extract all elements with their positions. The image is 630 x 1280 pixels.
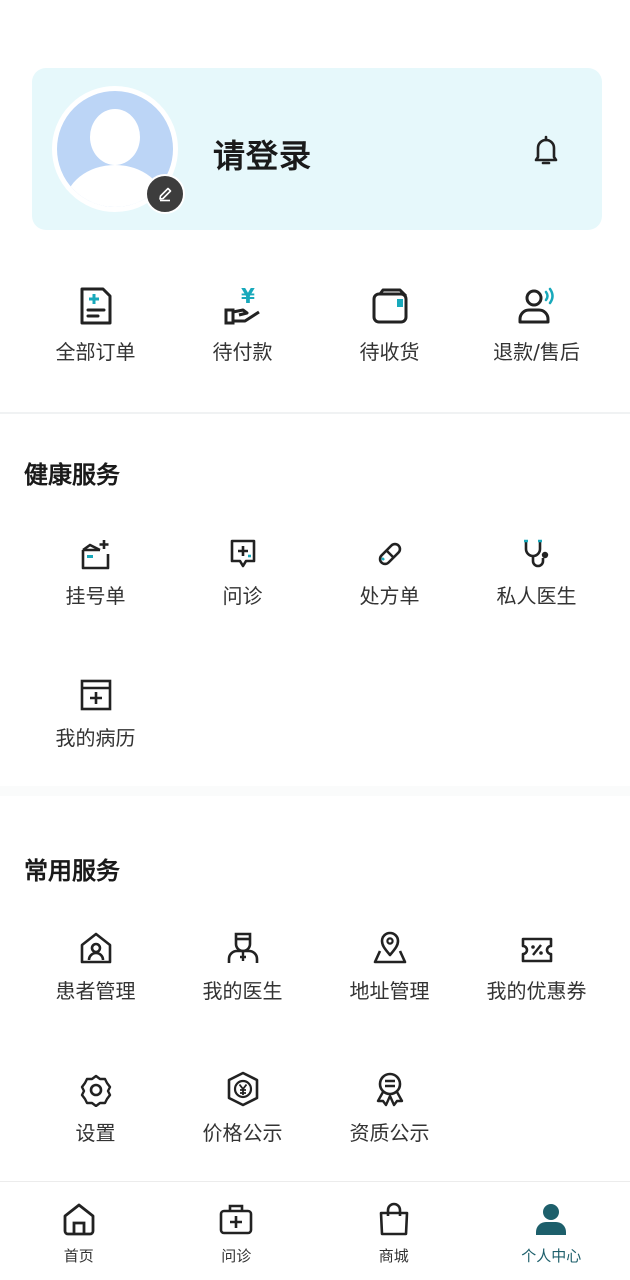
bottom-tab-bar: 首页 问诊 商城 个人中心: [0, 1181, 630, 1280]
login-prompt[interactable]: 请登录: [213, 131, 312, 177]
order-all[interactable]: 全部订单: [22, 286, 169, 376]
gear-icon: [79, 1071, 113, 1107]
tab-consultation-label: 问诊: [221, 1247, 252, 1265]
order-pending-payment-label: 待付款: [212, 340, 273, 364]
tab-mall-label: 商城: [378, 1247, 409, 1265]
common-my-doctor-label: 我的医生: [202, 979, 283, 1003]
tab-profile-label: 个人中心: [521, 1247, 582, 1265]
common-patient-management[interactable]: 患者管理: [22, 929, 169, 1071]
common-address-management-label: 地址管理: [349, 979, 430, 1003]
consultation-icon: [227, 534, 259, 570]
home-icon: [61, 1201, 97, 1237]
document-icon: [79, 286, 113, 326]
order-refund-label: 退款/售后: [493, 340, 580, 364]
common-patient-management-label: 患者管理: [55, 979, 136, 1003]
stethoscope-icon: [521, 534, 553, 570]
health-services-grid: 挂号单 问诊 处方单 私人医生 我的病历: [22, 534, 612, 818]
health-services-title: 健康服务: [24, 461, 120, 489]
medical-kit-icon: [218, 1201, 254, 1237]
svg-text:¥: ¥: [241, 286, 255, 308]
order-pending-payment[interactable]: ¥ 待付款: [169, 286, 316, 376]
avatar-head-shape: [90, 109, 140, 165]
common-my-coupons[interactable]: 我的优惠券: [463, 929, 610, 1071]
health-registration-label: 挂号单: [65, 584, 126, 608]
health-private-doctor[interactable]: 私人医生: [463, 534, 610, 676]
person-icon: [533, 1201, 569, 1237]
health-registration[interactable]: 挂号单: [22, 534, 169, 676]
order-shortcuts: 全部订单 ¥ 待付款 待收货 退款/售后: [22, 286, 612, 376]
common-my-doctor[interactable]: 我的医生: [169, 929, 316, 1071]
health-medical-record-label: 我的病历: [55, 726, 136, 750]
common-services-grid: 患者管理 我的医生 地址管理 我的优惠券 设置 价格公示 资质公示: [22, 929, 612, 1213]
customer-service-icon: [517, 286, 557, 326]
shopping-bag-icon: [376, 1201, 412, 1237]
common-services-title: 常用服务: [24, 857, 120, 885]
common-my-coupons-label: 我的优惠券: [486, 979, 587, 1003]
registration-icon: [80, 534, 112, 570]
tab-mall[interactable]: 商城: [315, 1182, 473, 1280]
health-prescription-label: 处方单: [359, 584, 420, 608]
order-pending-delivery[interactable]: 待收货: [316, 286, 463, 376]
tab-consultation[interactable]: 问诊: [158, 1182, 316, 1280]
patient-home-icon: [79, 929, 113, 965]
order-pending-delivery-label: 待收货: [359, 340, 420, 364]
order-all-label: 全部订单: [55, 340, 136, 364]
price-yen-icon: [225, 1071, 261, 1107]
location-icon: [372, 929, 408, 965]
doctor-icon: [226, 929, 260, 965]
tab-profile[interactable]: 个人中心: [473, 1182, 630, 1280]
health-prescription[interactable]: 处方单: [316, 534, 463, 676]
tab-home-label: 首页: [63, 1247, 94, 1265]
section-divider: [0, 412, 630, 414]
pill-icon: [374, 534, 406, 570]
medical-record-icon: [79, 676, 113, 712]
common-address-management[interactable]: 地址管理: [316, 929, 463, 1071]
health-private-doctor-label: 私人医生: [496, 584, 577, 608]
tab-home[interactable]: 首页: [0, 1182, 158, 1280]
coupon-icon: [520, 929, 554, 965]
common-settings-label: 设置: [75, 1121, 116, 1145]
order-refund[interactable]: 退款/售后: [463, 286, 610, 376]
section-gap: [0, 786, 630, 796]
edit-avatar-button[interactable]: [145, 174, 185, 214]
health-consultation[interactable]: 问诊: [169, 534, 316, 676]
bell-icon[interactable]: [530, 133, 562, 167]
common-price-disclosure-label: 价格公示: [202, 1121, 283, 1145]
certificate-icon: [372, 1071, 408, 1107]
health-medical-record[interactable]: 我的病历: [22, 676, 169, 818]
package-icon: [370, 286, 410, 326]
payment-hand-icon: ¥: [223, 286, 263, 326]
pencil-icon: [156, 185, 174, 203]
health-consultation-label: 问诊: [222, 584, 263, 608]
common-qualification-disclosure-label: 资质公示: [349, 1121, 430, 1145]
